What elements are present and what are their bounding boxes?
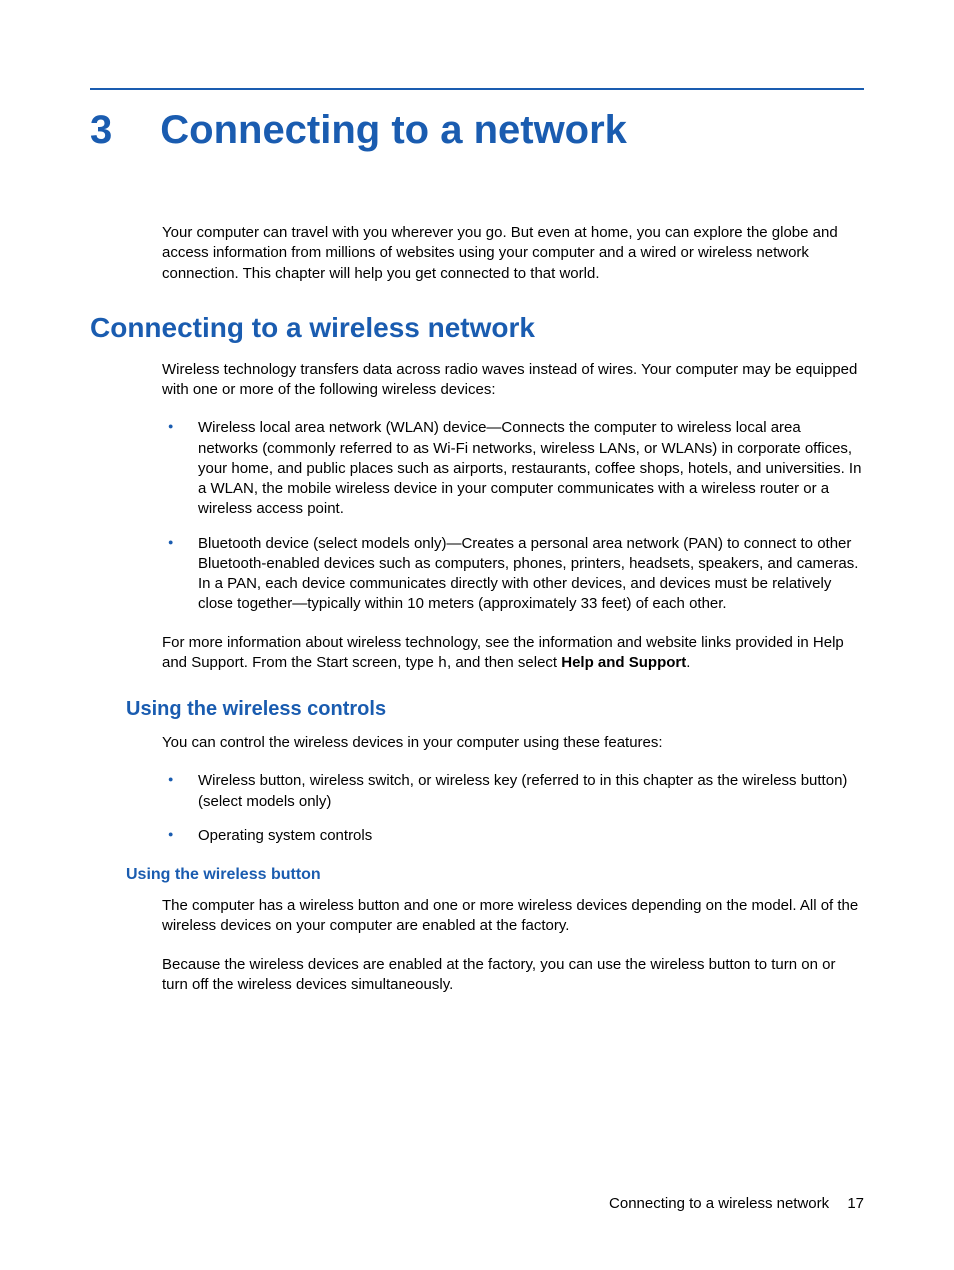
section-heading-wireless-button: Using the wireless button xyxy=(126,866,864,884)
chapter-number: 3 xyxy=(90,108,112,153)
list-item: Operating system controls xyxy=(162,826,864,846)
section3-paragraph1: The computer has a wireless button and o… xyxy=(162,896,864,937)
intro-paragraph: Your computer can travel with you wherev… xyxy=(162,223,864,284)
wireless-controls-list: Wireless button, wireless switch, or wir… xyxy=(162,771,864,846)
text-segment: . xyxy=(686,654,690,671)
section1-paragraph2: For more information about wireless tech… xyxy=(162,633,864,675)
chapter-title: Connecting to a network xyxy=(160,108,627,153)
text-segment: , and then select xyxy=(447,654,561,671)
bold-text: Help and Support xyxy=(561,654,686,671)
section-heading-wireless-network: Connecting to a wireless network xyxy=(90,312,864,344)
footer-section-title: Connecting to a wireless network xyxy=(609,1195,829,1212)
section2-paragraph: You can control the wireless devices in … xyxy=(162,733,864,753)
mono-text: h xyxy=(438,655,447,672)
wireless-devices-list: Wireless local area network (WLAN) devic… xyxy=(162,418,864,614)
section3-paragraph2: Because the wireless devices are enabled… xyxy=(162,955,864,996)
section-heading-wireless-controls: Using the wireless controls xyxy=(126,698,864,721)
list-item: Bluetooth device (select models only)—Cr… xyxy=(162,534,864,615)
document-page: 3 Connecting to a network Your computer … xyxy=(0,0,954,1073)
chapter-header: 3 Connecting to a network xyxy=(90,108,864,153)
page-footer: Connecting to a wireless network 17 xyxy=(609,1195,864,1212)
section1-paragraph1: Wireless technology transfers data acros… xyxy=(162,360,864,401)
list-item: Wireless button, wireless switch, or wir… xyxy=(162,771,864,812)
chapter-divider xyxy=(90,88,864,90)
list-item: Wireless local area network (WLAN) devic… xyxy=(162,418,864,519)
footer-page-number: 17 xyxy=(847,1195,864,1212)
